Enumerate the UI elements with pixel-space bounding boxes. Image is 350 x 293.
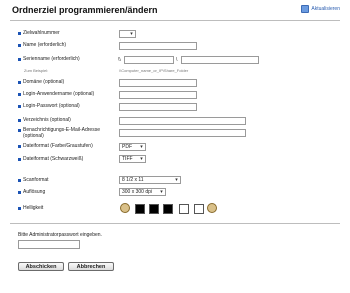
label-zielwahl: Zielwahlnummer: [23, 30, 60, 36]
row-login-pass: Login-Passwort (optional): [18, 103, 113, 109]
bullet-icon: [18, 178, 21, 182]
format-bw-select[interactable]: TIFF ▾: [119, 155, 146, 163]
aufloesung-select[interactable]: 300 x 300 dpi ▾: [119, 188, 166, 196]
bullet-icon: [18, 118, 21, 122]
label-verzeichnis: Verzeichnis (optional): [23, 117, 71, 123]
row-serien: Serienname (erforderlich): [18, 56, 113, 62]
refresh-label: Aktualisieren: [311, 6, 340, 12]
label-name: Name (erforderlich): [23, 42, 67, 48]
label-format-color: Dateiformat (Farbe/Graustufen): [23, 143, 93, 149]
brightness-level-5[interactable]: [194, 204, 204, 214]
scanformat-select[interactable]: 8 1/2 x 11 ▾: [119, 176, 181, 184]
chevron-down-icon: ▾: [140, 144, 143, 150]
row-scanformat: Scanformat: [18, 177, 113, 183]
row-zielwahl: Zielwahlnummer: [18, 30, 113, 36]
bullet-icon: [18, 129, 21, 132]
label-login-pass: Login-Passwort (optional): [23, 103, 80, 109]
bullet-icon: [18, 206, 21, 210]
bullet-icon: [18, 144, 21, 148]
label-helligkeit: Helligkeit: [23, 205, 44, 211]
name-input[interactable]: [119, 42, 197, 50]
label-scanformat: Scanformat: [23, 177, 49, 183]
mail-input[interactable]: [119, 129, 246, 137]
bullet-icon: [18, 157, 21, 161]
brightness-lighter-button[interactable]: [207, 203, 217, 213]
serien-example: \\Computer_name_or_IP\Share_Folder: [119, 68, 189, 73]
cancel-button[interactable]: Abbrechen: [68, 262, 114, 271]
label-domaene: Domäne (optional): [23, 79, 65, 85]
row-domaene: Domäne (optional): [18, 79, 113, 85]
verzeichnis-input[interactable]: [119, 117, 246, 125]
row-name: Name (erforderlich): [18, 42, 113, 48]
label-serien: Serienname (erforderlich): [23, 56, 80, 62]
refresh-link[interactable]: Aktualisieren: [301, 5, 340, 13]
brightness-level-4[interactable]: [179, 204, 189, 214]
chevron-down-icon: ▾: [140, 156, 143, 162]
page-title: Ordnerziel programmieren/ändern: [12, 5, 158, 15]
admin-prompt: Bitte Administratorpasswort eingeben.: [18, 232, 102, 238]
serien-sep-2: \: [176, 57, 178, 63]
row-helligkeit: Helligkeit: [18, 205, 113, 211]
label-aufloesung: Auflösung: [23, 189, 46, 195]
bullet-icon: [18, 43, 21, 47]
label-login-user: Login-Anwendername (optional): [23, 91, 95, 97]
login-user-input[interactable]: [119, 91, 197, 99]
format-color-select[interactable]: PDF ▾: [119, 143, 146, 151]
label-mail: Benachrichtigungs-E-Mail-Adresse (option…: [23, 127, 100, 139]
admin-password-input[interactable]: [18, 240, 80, 249]
label-format-bw: Dateiformat (Schwarzweiß): [23, 156, 84, 162]
divider-bottom: [10, 223, 340, 224]
bullet-icon: [18, 190, 21, 194]
row-mail: Benachrichtigungs-E-Mail-Adresse (option…: [18, 127, 113, 139]
chevron-down-icon: ▾: [175, 177, 178, 183]
brightness-level-2[interactable]: [149, 204, 159, 214]
serien-folder-input[interactable]: [181, 56, 259, 64]
bullet-icon: [18, 104, 21, 108]
brightness-darker-button[interactable]: [120, 203, 130, 213]
serien-host-input[interactable]: [124, 56, 174, 64]
domaene-input[interactable]: [119, 79, 197, 87]
refresh-icon: [301, 5, 310, 13]
submit-button[interactable]: Abschicken: [18, 262, 64, 271]
row-format-bw: Dateiformat (Schwarzweiß): [18, 156, 113, 162]
zielwahl-select[interactable]: ▾: [119, 30, 136, 38]
row-login-user: Login-Anwendername (optional): [18, 91, 113, 97]
row-format-color: Dateiformat (Farbe/Graustufen): [18, 143, 113, 149]
bullet-icon: [18, 80, 21, 84]
chevron-down-icon: ▾: [160, 189, 163, 195]
brightness-level-1[interactable]: [135, 204, 145, 214]
brightness-level-3[interactable]: [163, 204, 173, 214]
login-pass-input[interactable]: [119, 103, 197, 111]
serien-hint-label: Zum Beispiel:: [24, 68, 49, 73]
serien-sep-1: \\: [118, 57, 121, 63]
chevron-down-icon: ▾: [130, 31, 133, 37]
bullet-icon: [18, 92, 21, 96]
divider-top: [10, 20, 340, 21]
bullet-icon: [18, 57, 21, 61]
row-verzeichnis: Verzeichnis (optional): [18, 117, 113, 123]
bullet-icon: [18, 31, 21, 35]
row-aufloesung: Auflösung: [18, 189, 113, 195]
